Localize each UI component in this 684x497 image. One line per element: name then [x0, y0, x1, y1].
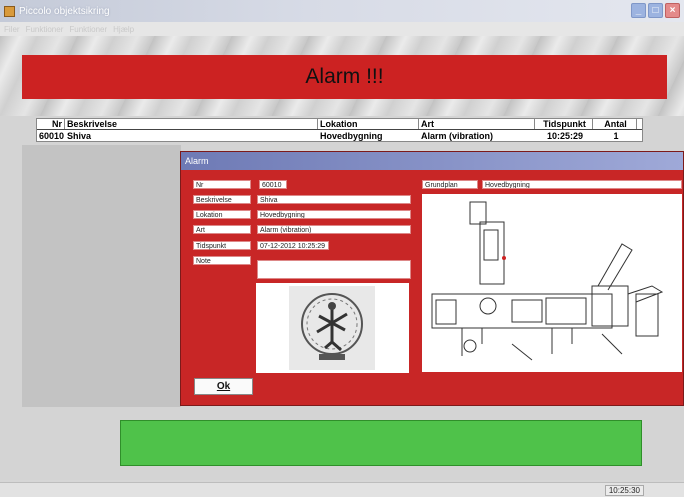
app-icon — [4, 5, 15, 17]
label-nr: Nr — [193, 180, 251, 189]
column-header-antal[interactable]: Antal — [593, 119, 637, 129]
column-header-art[interactable]: Art — [419, 119, 535, 129]
column-header-beskrivelse[interactable]: Beskrivelse — [65, 119, 318, 129]
cell-lokation: Hovedbygning — [320, 130, 383, 141]
status-bar: 10:25:30 — [0, 482, 684, 497]
list-header: Nr Beskrivelse Lokation Art Tidspunkt An… — [37, 119, 642, 130]
label-note: Note — [193, 256, 251, 265]
alarm-banner: Alarm !!! — [22, 55, 667, 99]
menu-item-funktioner-2[interactable]: Funktioner — [69, 25, 107, 34]
shiva-photo — [289, 286, 375, 370]
alarm-list: Nr Beskrivelse Lokation Art Tidspunkt An… — [36, 118, 643, 142]
window-title: Piccolo objektsikring — [19, 5, 110, 17]
maximize-button[interactable]: □ — [648, 3, 663, 18]
field-tidspunkt[interactable]: 07-12-2012 10:25:29 — [257, 241, 329, 250]
left-panel — [22, 145, 181, 407]
floor-plan-view[interactable] — [422, 194, 682, 372]
table-row[interactable]: 60010 Shiva Hovedbygning Alarm (vibratio… — [37, 130, 642, 141]
menu-item-hjaelp[interactable]: Hjælp — [113, 25, 134, 34]
dialog-title-bar: Alarm — [181, 152, 683, 170]
cell-nr: 60010 — [39, 130, 65, 141]
label-lokation: Lokation — [193, 210, 251, 219]
title-bar: Piccolo objektsikring _ □ × — [0, 0, 684, 22]
alarm-dialog: Alarm Nr 60010 Beskrivelse Shiva Lokatio… — [180, 151, 684, 406]
cell-art: Alarm (vibration) — [421, 130, 494, 141]
field-nr[interactable]: 60010 — [259, 180, 287, 189]
field-beskrivelse[interactable]: Shiva — [257, 195, 411, 204]
cell-beskrivelse: Shiva — [67, 130, 92, 141]
column-header-tidspunkt[interactable]: Tidspunkt — [535, 119, 593, 129]
column-header-nr[interactable]: Nr — [37, 119, 65, 129]
field-art[interactable]: Alarm (vibration) — [257, 225, 411, 234]
minimize-button[interactable]: _ — [631, 3, 646, 18]
status-clock: 10:25:30 — [604, 485, 644, 496]
floor-plan-drawing — [431, 201, 664, 361]
menu-item-filer[interactable]: Filer — [4, 25, 20, 34]
field-note[interactable] — [257, 260, 411, 279]
menu-bar: Filer Funktioner Funktioner Hjælp — [0, 22, 684, 36]
field-lokation[interactable]: Hovedbygning — [257, 210, 411, 219]
dialog-title: Alarm — [185, 156, 209, 166]
label-beskrivelse: Beskrivelse — [193, 195, 251, 204]
ok-button[interactable]: Ok — [194, 378, 253, 395]
label-grundplan: Grundplan — [422, 180, 478, 189]
cell-antal: 1 — [613, 130, 619, 141]
field-grundplan[interactable]: Hovedbygning — [482, 180, 682, 189]
label-art: Art — [193, 225, 251, 234]
cell-tidspunkt: 10:25:29 — [546, 130, 584, 141]
label-tidspunkt: Tidspunkt — [193, 241, 251, 250]
object-photo-frame — [256, 283, 409, 373]
alarm-banner-text: Alarm !!! — [305, 65, 384, 88]
status-ok-bar — [120, 420, 642, 466]
close-button[interactable]: × — [665, 3, 680, 18]
column-header-lokation[interactable]: Lokation — [318, 119, 419, 129]
menu-item-funktioner-1[interactable]: Funktioner — [26, 25, 64, 34]
